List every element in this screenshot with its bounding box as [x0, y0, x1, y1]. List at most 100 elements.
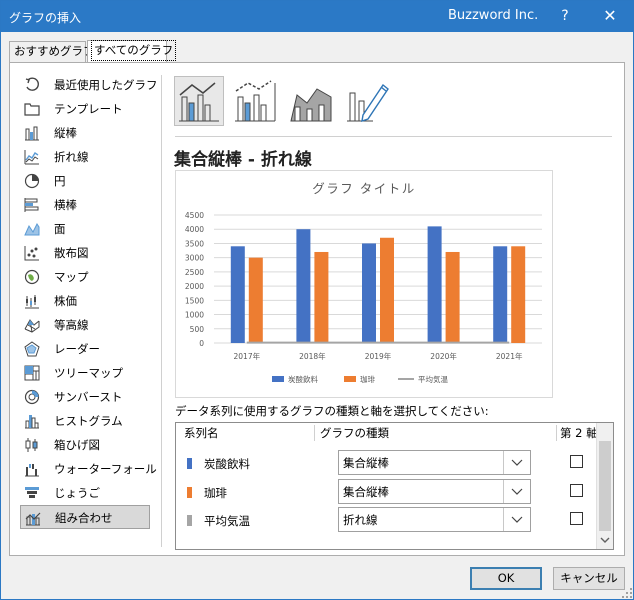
tab-label: すべてのグラフ [90, 40, 177, 61]
secondary-axis-checkbox[interactable] [570, 484, 583, 497]
legend-label: 珈琲 [360, 374, 375, 384]
bar-chart-icon [24, 198, 39, 212]
dropdown-button[interactable] [503, 480, 530, 503]
sidebar-item-label: 箱ひげ図 [54, 438, 100, 452]
sidebar-item-label: レーダー [54, 342, 100, 356]
chevron-down-icon [511, 516, 523, 523]
cancel-button[interactable]: キャンセル [553, 567, 625, 590]
header-series-name: 系列名 [184, 426, 219, 440]
title-bar: グラフの挿入 Buzzword Inc. ? ✕ [1, 1, 633, 32]
sidebar-item-label: サンバースト [54, 390, 123, 404]
folder-icon [24, 103, 40, 116]
series-grid-scrollbar[interactable] [596, 423, 613, 549]
chart-type-select[interactable]: 集合縦棒 [338, 450, 531, 475]
pie-chart-icon [24, 173, 40, 189]
chart-type-value: 折れ線 [343, 513, 378, 527]
sidebar-item-waterfall[interactable]: ウォーターフォール [20, 457, 157, 481]
map-chart-icon [24, 269, 40, 285]
sidebar-item-scatter[interactable]: 散布図 [20, 241, 150, 265]
sidebar-item-radar[interactable]: レーダー [20, 337, 150, 361]
insert-chart-dialog: グラフの挿入 Buzzword Inc. ? ✕ おすすめグラフ すべてのグラフ… [0, 0, 634, 600]
surface-chart-icon [24, 319, 40, 333]
line-chart-icon [24, 150, 39, 165]
series-color-swatch [187, 487, 192, 498]
chart-type-select[interactable]: 集合縦棒 [338, 479, 531, 504]
legend-label: 炭酸飲料 [288, 374, 318, 384]
sidebar-item-combo[interactable]: 組み合わせ [20, 505, 150, 529]
chart-type-value: 集合縦棒 [343, 456, 389, 470]
funnel-chart-icon [25, 487, 39, 498]
secondary-axis-checkbox[interactable] [570, 455, 583, 468]
scrollbar-thumb[interactable] [599, 441, 611, 531]
boxwhisker-chart-icon [25, 438, 38, 452]
series-name: 平均気温 [204, 514, 250, 528]
y-tick-label: 2000 [185, 282, 204, 291]
x-tick-label: 2018年 [299, 351, 326, 361]
recent-icon [25, 77, 39, 91]
scroll-down-icon[interactable] [597, 533, 613, 547]
dropdown-button[interactable] [503, 508, 530, 531]
sidebar-item-label: 面 [54, 222, 66, 236]
sidebar-item-template[interactable]: テンプレート [20, 97, 150, 121]
subtype-column-line[interactable] [174, 76, 224, 126]
subtype-area-column[interactable] [287, 77, 335, 125]
stock-chart-icon [25, 295, 39, 309]
sidebar-item-area[interactable]: 面 [20, 217, 150, 241]
bar-0-3 [427, 226, 442, 343]
sidebar-item-funnel[interactable]: じょうご [20, 481, 150, 505]
dropdown-button[interactable] [503, 451, 530, 474]
legend-swatch [272, 376, 284, 382]
bar-0-1 [296, 229, 311, 343]
radar-chart-icon [24, 341, 40, 357]
sidebar-item-pie[interactable]: 円 [20, 169, 150, 193]
tab-all-charts[interactable]: すべてのグラフ [87, 40, 177, 63]
treemap-chart-icon [24, 365, 40, 381]
sidebar-item-label: マップ [54, 270, 89, 284]
sidebar-item-treemap[interactable]: ツリーマップ [20, 361, 150, 385]
sidebar-item-stock[interactable]: 株価 [20, 289, 150, 313]
column-chart-icon [25, 126, 39, 141]
combo-column-line-secondary-icon [235, 80, 276, 122]
ok-button[interactable]: OK [470, 567, 542, 590]
sidebar-item-sunburst[interactable]: サンバースト [20, 385, 150, 409]
bar-0-4 [493, 246, 508, 343]
sidebar-item-column[interactable]: 縦棒 [20, 121, 150, 145]
header-separator [556, 425, 557, 441]
secondary-axis-checkbox[interactable] [570, 512, 583, 525]
bar-0-2 [362, 243, 376, 343]
sidebar-item-surface[interactable]: 等高線 [20, 313, 150, 337]
sidebar-item-label: ツリーマップ [54, 366, 123, 380]
combo-custom-icon [347, 83, 389, 123]
histogram-chart-icon [25, 415, 39, 429]
subtype-custom[interactable] [343, 77, 391, 125]
sunburst-chart-icon [24, 389, 40, 405]
chevron-down-icon [511, 488, 523, 495]
tab-recommended[interactable]: おすすめグラフ [9, 41, 95, 62]
series-prompt: データ系列に使用するグラフの種類と軸を選択してください: [175, 404, 489, 418]
sidebar-item-line[interactable]: 折れ線 [20, 145, 150, 169]
sidebar-item-label: 組み合わせ [55, 511, 113, 525]
sidebar-item-map[interactable]: マップ [20, 265, 150, 289]
sidebar-item-bar[interactable]: 横棒 [20, 193, 150, 217]
resize-grip-icon[interactable] [621, 587, 633, 599]
chevron-down-icon [511, 459, 523, 466]
close-button[interactable]: ✕ [598, 4, 622, 28]
tab-label: おすすめグラフ [14, 44, 95, 58]
scatter-chart-icon [24, 246, 39, 261]
sidebar-item-histogram[interactable]: ヒストグラム [20, 409, 150, 433]
bar-1-2 [380, 237, 394, 343]
help-button[interactable]: ? [553, 4, 577, 28]
sidebar-item-recent[interactable]: 最近使用したグラフ [20, 73, 158, 97]
x-tick-label: 2021年 [496, 351, 523, 361]
subtype-column-line-secondary[interactable] [231, 77, 279, 125]
sidebar-item-label: ヒストグラム [54, 414, 123, 428]
bar-1-0 [248, 257, 263, 343]
area-chart-icon [24, 223, 40, 236]
combo-area-column-icon [290, 88, 332, 122]
sidebar-item-label: 等高線 [54, 318, 89, 332]
sidebar-item-label: 最近使用したグラフ [54, 78, 158, 92]
y-tick-label: 4500 [185, 211, 204, 220]
sidebar-item-boxwhisker[interactable]: 箱ひげ図 [20, 433, 150, 457]
chart-type-select[interactable]: 折れ線 [338, 507, 531, 532]
subtype-separator [175, 136, 612, 137]
